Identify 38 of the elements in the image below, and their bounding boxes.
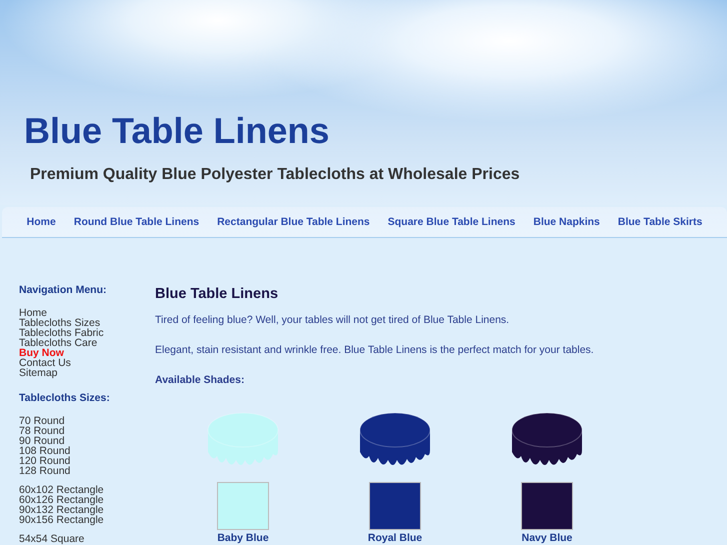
- sidebar-link[interactable]: 90x156 Rectangle: [19, 515, 155, 525]
- shade-name: Royal Blue: [368, 532, 422, 544]
- sidebar-link[interactable]: Tablecloths Sizes: [19, 318, 155, 328]
- sidebar-link[interactable]: 120 Round: [19, 456, 155, 466]
- sidebar-link[interactable]: 90 Round: [19, 436, 155, 446]
- sidebar-link[interactable]: Tablecloths Care: [19, 338, 155, 348]
- tablecloth-drawing: [208, 412, 278, 465]
- sidebar-link[interactable]: 60x126 Rectangle: [19, 495, 155, 505]
- sidebar-link[interactable]: 108 Round: [19, 446, 155, 456]
- sidebar-link[interactable]: 78 Round: [19, 426, 155, 436]
- shade-name: Baby Blue: [217, 532, 269, 544]
- shades-heading: Available Shades:: [155, 374, 246, 386]
- nav-link[interactable]: Square Blue Table Linens: [388, 216, 516, 228]
- sidebar-link[interactable]: Sitemap: [19, 368, 155, 378]
- site-tagline: Premium Quality Blue Polyester Tablecloths at Wholesale Prices: [30, 166, 521, 184]
- sidebar-link[interactable]: Buy Now: [19, 348, 155, 358]
- content-heading: Blue Table Linens: [155, 286, 280, 302]
- intro-paragraph: Tired of feeling blue? Well, your tables will not get tired of Blue Table Linens.: [155, 314, 510, 326]
- nav-link[interactable]: Home: [26, 216, 56, 228]
- nav-link[interactable]: Blue Table Skirts: [618, 216, 702, 228]
- sidebar-link[interactable]: Tablecloths Fabric: [19, 328, 155, 338]
- nav-link[interactable]: Rectangular Blue Table Linens: [217, 216, 370, 228]
- sidebar-link[interactable]: 54x54 Square: [19, 534, 155, 544]
- sidebar-heading: Tablecloths Sizes:: [19, 392, 111, 404]
- sidebar-link[interactable]: 128 Round: [19, 466, 155, 476]
- tablecloth-drawing: [512, 412, 582, 465]
- sidebar-link[interactable]: 70 Round: [19, 416, 155, 426]
- intro-paragraph: Elegant, stain resistant and wrinkle free. Blue Table Linens is the perfect match for your tables.: [155, 344, 595, 356]
- sidebar-link[interactable]: Home: [19, 308, 155, 318]
- shade-name: Navy Blue: [522, 532, 572, 544]
- nav-link[interactable]: Round Blue Table Linens: [74, 216, 200, 228]
- nav-link[interactable]: Blue Napkins: [533, 216, 600, 228]
- sidebar-link[interactable]: 60x102 Rectangle: [19, 485, 155, 495]
- sidebar-heading: Navigation Menu:: [19, 284, 108, 296]
- sidebar-link[interactable]: 90x132 Rectangle: [19, 505, 155, 515]
- tablecloth-drawing: [360, 412, 430, 465]
- site-title: Blue Table Linens: [24, 110, 330, 152]
- sidebar-link[interactable]: Contact Us: [19, 358, 155, 368]
